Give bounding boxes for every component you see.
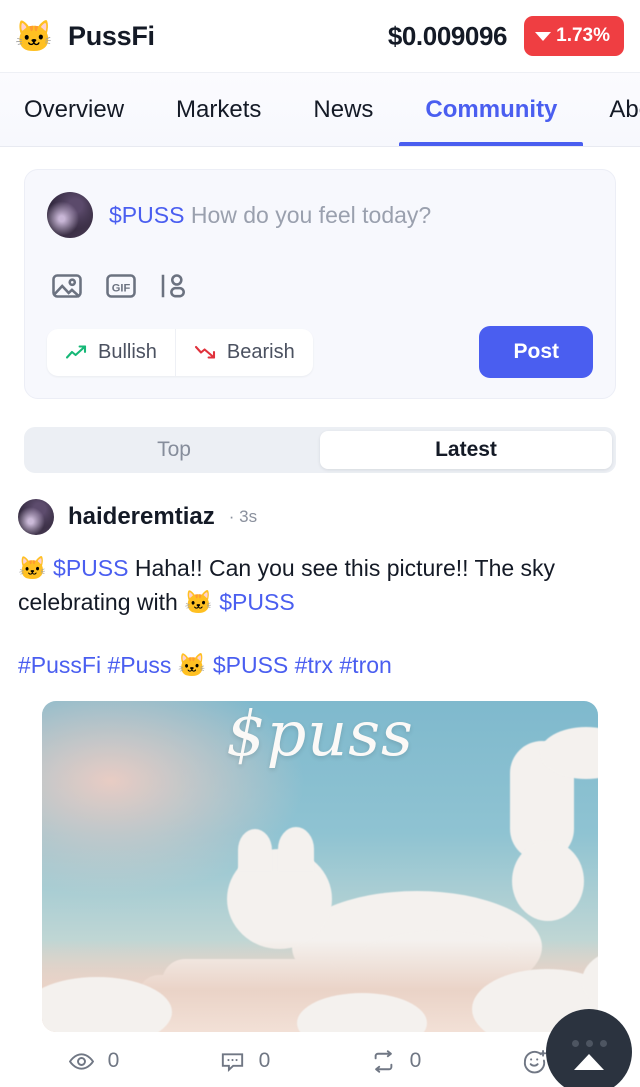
cat-with-hat-logo-icon: 🐱	[14, 18, 54, 54]
tab-markets[interactable]: Markets	[150, 73, 287, 146]
price-change-badge[interactable]: 1.73%	[524, 16, 624, 56]
page-title: PussFi	[68, 20, 155, 51]
sentiment-toggle: Bullish Bearish	[47, 328, 313, 376]
hashtags-before: #PussFi #Puss	[18, 652, 172, 679]
chevron-up-icon	[574, 1054, 604, 1070]
header-right: $0.009096 1.73%	[388, 16, 624, 56]
views-button[interactable]: 0	[18, 1048, 169, 1075]
poll-icon[interactable]	[157, 268, 193, 304]
avatar[interactable]	[18, 499, 54, 535]
composer-toolbar: GIF	[49, 268, 593, 304]
post-username[interactable]: haideremtiaz	[68, 503, 215, 531]
post-header: haideremtiaz · 3s	[18, 499, 622, 535]
comment-count: 0	[258, 1049, 271, 1072]
floating-action-button[interactable]	[546, 1009, 632, 1087]
post-ticker[interactable]: $PUSS	[53, 555, 128, 581]
time-value: 3s	[239, 507, 258, 526]
post-text: 🐱 $PUSS Haha!! Can you see this picture!…	[18, 551, 622, 619]
app-header: 🐱 PussFi $0.009096 1.73%	[0, 0, 640, 73]
hashtag-ticker: $PUSS	[212, 652, 289, 679]
tab-community[interactable]: Community	[399, 73, 584, 146]
avatar	[47, 192, 93, 238]
post-composer: $PUSS How do you feel today? GIF Bullish…	[24, 169, 616, 399]
app-root: 🐱 PussFi $0.009096 1.73% Overview Market…	[0, 0, 640, 1087]
fab-dots-icon	[571, 1040, 607, 1047]
caret-down-icon	[535, 31, 552, 41]
filter-latest[interactable]: Latest	[320, 431, 612, 469]
repost-button[interactable]: 0	[320, 1048, 471, 1075]
bullish-button[interactable]: Bullish	[47, 329, 175, 376]
post-hashtags[interactable]: #PussFi #Puss 🐱 $PUSS #trx #tron	[18, 649, 622, 681]
token-price: $0.009096	[387, 20, 508, 51]
cloud-cat-image[interactable]: $puss	[42, 701, 598, 1033]
composer-ticker: $PUSS	[109, 201, 185, 228]
bearish-button[interactable]: Bearish	[174, 328, 313, 376]
tab-label: Markets	[176, 95, 262, 123]
price-change-value: 1.73%	[556, 25, 610, 46]
post-ticker-2[interactable]: $PUSS	[219, 589, 294, 615]
repost-count: 0	[409, 1049, 422, 1072]
comment-button[interactable]: 0	[169, 1048, 320, 1075]
composer-placeholder-text: How do you feel today?	[190, 201, 432, 228]
hashtag-emoji: 🐱	[177, 652, 207, 679]
post-actions-bar: 0 0 0	[0, 1009, 640, 1087]
post-emoji-2: 🐱	[184, 589, 213, 616]
hashtags-after: #trx #tron	[294, 652, 392, 679]
tab-overview[interactable]: Overview	[24, 73, 150, 146]
composer-actions: Bullish Bearish Post	[47, 326, 593, 378]
tab-label: News	[313, 95, 374, 123]
time-separator: ·	[228, 507, 235, 526]
sky-text: $puss	[226, 701, 414, 771]
bullish-label: Bullish	[98, 340, 157, 363]
tab-label: Overview	[24, 95, 125, 123]
views-count: 0	[107, 1049, 120, 1072]
main-tabs: Overview Markets News Community About	[0, 73, 640, 147]
bearish-label: Bearish	[226, 340, 295, 363]
tab-about[interactable]: About	[583, 73, 640, 146]
tab-label: Community	[425, 95, 558, 123]
svg-text:GIF: GIF	[112, 282, 131, 294]
feed-filter-toggle: Top Latest	[24, 427, 616, 473]
post-emoji: 🐱	[18, 555, 47, 581]
composer-input-row[interactable]: $PUSS How do you feel today?	[47, 192, 593, 238]
post-timestamp: · 3s	[229, 507, 257, 527]
gif-icon[interactable]: GIF	[103, 268, 139, 304]
image-icon[interactable]	[49, 268, 85, 304]
brand[interactable]: 🐱 PussFi	[14, 16, 155, 56]
tab-news[interactable]: News	[287, 73, 399, 146]
post-item: haideremtiaz · 3s 🐱 $PUSS Haha!! Can you…	[0, 473, 640, 1033]
tab-label: About	[609, 95, 640, 123]
filter-top[interactable]: Top	[28, 431, 320, 469]
composer-input[interactable]: $PUSS How do you feel today?	[109, 202, 431, 229]
post-button[interactable]: Post	[479, 326, 593, 378]
